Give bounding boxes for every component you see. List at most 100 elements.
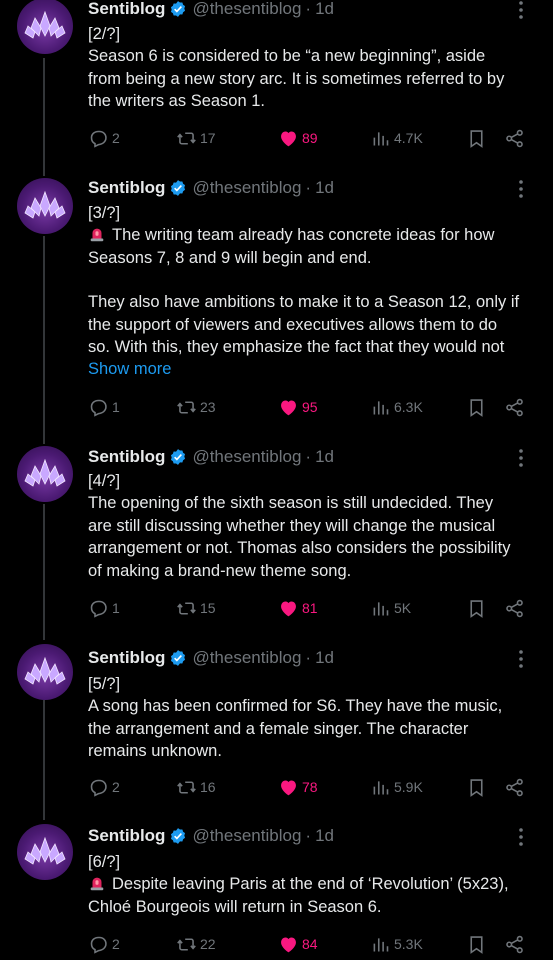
handle[interactable]: @thesentiblog <box>192 826 301 846</box>
reply-button[interactable]: 1 <box>88 395 120 419</box>
heart-icon <box>281 780 296 795</box>
avatar[interactable] <box>17 644 73 700</box>
bookmark-button[interactable] <box>466 126 487 150</box>
repost-count: 22 <box>200 936 216 952</box>
reply-button[interactable]: 2 <box>88 932 120 956</box>
reply-count: 2 <box>112 936 120 952</box>
tweet-header: Sentiblog @thesentiblog · 1d <box>88 0 334 20</box>
tweet[interactable]: Sentiblog @thesentiblog · 1d [5/?] A son… <box>0 644 553 822</box>
more-dots-icon[interactable] <box>511 0 531 20</box>
rotating-light-icon <box>90 229 104 242</box>
avatar[interactable] <box>17 824 73 880</box>
bookmark-icon <box>470 398 483 417</box>
views-button[interactable]: 5K <box>370 596 411 620</box>
share-button[interactable] <box>504 126 525 150</box>
like-button[interactable]: 81 <box>278 596 318 620</box>
display-name[interactable]: Sentiblog <box>88 447 165 467</box>
text-line: the arrangement and a female singer. The… <box>88 719 469 738</box>
timestamp[interactable]: 1d <box>315 0 334 19</box>
like-button[interactable]: 95 <box>278 395 318 419</box>
text-line: arrangement or not. Thomas also consider… <box>88 539 511 558</box>
crystal-logo-icon <box>24 656 66 685</box>
heart-icon <box>281 400 296 415</box>
handle[interactable]: @thesentiblog <box>192 648 301 668</box>
bookmark-button[interactable] <box>466 932 487 956</box>
separator-dot: · <box>305 826 312 845</box>
tweet[interactable]: Sentiblog @thesentiblog · 1d [2/?] Seaso… <box>0 0 553 176</box>
views-button[interactable]: 5.3K <box>370 932 423 956</box>
display-name[interactable]: Sentiblog <box>88 648 165 668</box>
repost-button[interactable]: 23 <box>176 395 216 419</box>
share-button[interactable] <box>504 775 525 799</box>
reply-button[interactable]: 2 <box>88 126 120 150</box>
text-line: so. With this, they emphasize the fact t… <box>88 338 505 357</box>
heart-icon <box>281 131 296 146</box>
show-more-link[interactable]: Show more <box>88 360 171 378</box>
timestamp[interactable]: 1d <box>315 178 334 198</box>
share-button[interactable] <box>504 395 525 419</box>
share-button[interactable] <box>504 596 525 620</box>
separator-dot: · <box>305 648 312 667</box>
tweet-header: Sentiblog @thesentiblog · 1d <box>88 177 334 199</box>
bookmark-icon <box>470 129 483 148</box>
avatar[interactable] <box>17 446 73 502</box>
like-button[interactable]: 84 <box>278 932 318 956</box>
action-bar: 2 17 89 4.7K <box>88 126 538 150</box>
handle[interactable]: @thesentiblog <box>192 447 301 467</box>
tweet-text: [3/?] The writing team already has concr… <box>88 202 538 381</box>
timestamp[interactable]: 1d <box>315 447 334 467</box>
action-bar: 1 15 81 5K <box>88 596 538 620</box>
avatar[interactable] <box>17 178 73 234</box>
reply-button[interactable]: 1 <box>88 596 120 620</box>
views-button[interactable]: 4.7K <box>370 126 423 150</box>
text-line: The opening of the sixth season is still… <box>88 494 494 513</box>
like-button[interactable]: 89 <box>278 126 318 150</box>
bookmark-button[interactable] <box>466 775 487 799</box>
verified-badge-icon <box>171 449 186 465</box>
like-button[interactable]: 78 <box>278 775 318 799</box>
more-dots-icon[interactable] <box>511 448 531 468</box>
repost-count: 17 <box>200 130 216 146</box>
timestamp[interactable]: 1d <box>315 826 334 846</box>
more-dots-icon[interactable] <box>511 179 531 199</box>
avatar[interactable] <box>17 0 73 54</box>
thread-counter: [5/?] <box>88 675 121 693</box>
views-button[interactable]: 6.3K <box>370 395 423 419</box>
rotating-light-icon <box>90 878 104 891</box>
display-name[interactable]: Sentiblog <box>88 178 165 198</box>
tweet[interactable]: Sentiblog @thesentiblog · 1d [4/?] The o… <box>0 444 553 644</box>
text-line: They also have ambitions to make it to a… <box>88 293 520 312</box>
like-count: 81 <box>302 600 318 616</box>
tweet[interactable]: Sentiblog @thesentiblog · 1d [6/?] Despi… <box>0 822 553 960</box>
like-count: 78 <box>302 779 318 795</box>
text-line: from being a new story arc. It is someti… <box>88 69 505 88</box>
views-button[interactable]: 5.9K <box>370 775 423 799</box>
text-line: the writers as Season 1. <box>88 92 266 111</box>
tweet-text: [5/?] A song has been confirmed for S6. … <box>88 673 538 763</box>
bookmark-icon <box>470 599 483 618</box>
handle[interactable]: @thesentiblog <box>192 178 301 198</box>
display-name[interactable]: Sentiblog <box>88 0 165 19</box>
tweet[interactable]: Sentiblog @thesentiblog · 1d [3/?] The w… <box>0 176 553 444</box>
view-count: 4.7K <box>394 130 423 146</box>
share-icon <box>506 129 523 147</box>
more-dots-icon[interactable] <box>511 827 531 847</box>
text-line: A song has been confirmed for S6. They h… <box>88 697 503 716</box>
repost-count: 16 <box>200 779 216 795</box>
repost-button[interactable]: 15 <box>176 596 216 620</box>
bookmark-button[interactable] <box>466 395 487 419</box>
reply-button[interactable]: 2 <box>88 775 120 799</box>
handle[interactable]: @thesentiblog <box>192 0 301 19</box>
repost-button[interactable]: 22 <box>176 932 216 956</box>
repost-button[interactable]: 17 <box>176 126 216 150</box>
verified-badge-icon <box>171 180 186 196</box>
tweet-header: Sentiblog @thesentiblog · 1d <box>88 647 334 669</box>
repost-button[interactable]: 16 <box>176 775 216 799</box>
more-dots-icon[interactable] <box>511 649 531 669</box>
thread-counter: [4/?] <box>88 472 121 490</box>
separator-dot: · <box>305 178 312 197</box>
bookmark-button[interactable] <box>466 596 487 620</box>
display-name[interactable]: Sentiblog <box>88 826 165 846</box>
timestamp[interactable]: 1d <box>315 648 334 668</box>
share-button[interactable] <box>504 932 525 956</box>
